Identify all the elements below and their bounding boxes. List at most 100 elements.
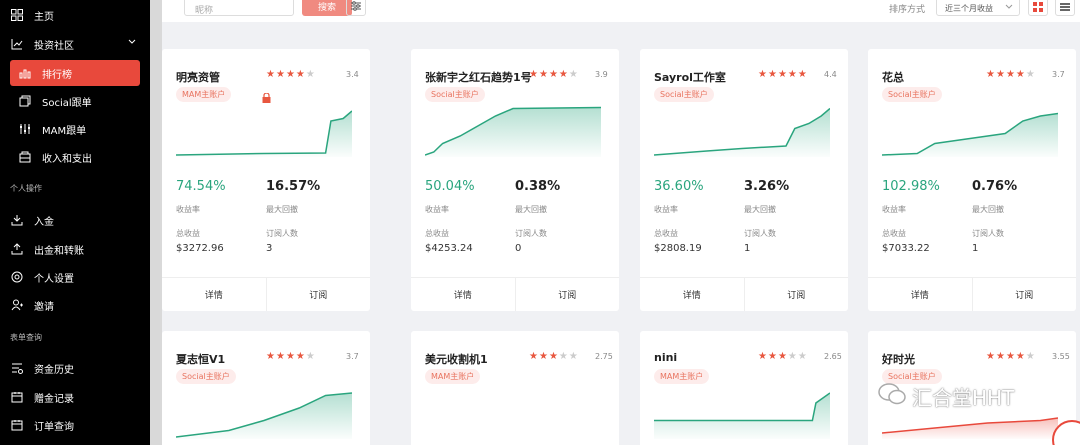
star-icon: ★: [787, 351, 798, 362]
sidebar-item-community[interactable]: 投资社区: [10, 31, 140, 57]
star-icon: ★: [275, 351, 286, 362]
equity-curve: [654, 107, 830, 157]
sort-select[interactable]: 近三个月收益: [936, 0, 1020, 16]
rating-stars: ★★★★★: [266, 351, 316, 362]
return-label: 收益率: [654, 205, 678, 214]
upload-icon: [10, 242, 24, 256]
grid-view-button[interactable]: [1028, 0, 1048, 16]
subscribers-label: 订阅人数: [515, 229, 547, 238]
calendar-icon: [10, 390, 24, 404]
details-button[interactable]: 详情: [868, 278, 972, 311]
trader-name: 好时光: [882, 353, 915, 366]
rating-stars: ★★★★★: [758, 69, 808, 80]
sidebar-item-mam[interactable]: MAM跟单: [10, 116, 140, 142]
star-icon: ★: [275, 69, 286, 80]
sidebar-item-fund-history[interactable]: 资金历史: [10, 355, 140, 381]
scrollbar-track[interactable]: [150, 0, 162, 445]
subscribe-button[interactable]: 订阅: [971, 278, 1077, 311]
trader-card[interactable]: 美元收割机1 ★★★★★ 2.75 MAM主账户: [411, 331, 619, 445]
grid-icon: [10, 8, 24, 22]
sidebar-item-label: 赠金记录: [34, 393, 74, 405]
star-icon: ★: [758, 69, 768, 80]
account-tag: MAM主账户: [654, 369, 710, 384]
filter-button[interactable]: [346, 0, 366, 16]
sidebar-item-gift[interactable]: 赠金记录: [10, 384, 140, 410]
sliders-icon: [350, 0, 362, 16]
drawdown-label: 最大回撤: [266, 205, 298, 214]
sidebar: 主页 投资社区 排行榜 Social跟单 MAM跟单 收入和支出 个人操作 入金…: [0, 0, 150, 445]
sidebar-item-social[interactable]: Social跟单: [10, 88, 140, 114]
star-icon: ★: [797, 351, 808, 362]
sidebar-item-deposit[interactable]: 入金: [10, 207, 140, 233]
rating-value: 2.75: [595, 352, 613, 361]
chevron-down-icon: [1005, 3, 1013, 12]
trader-card[interactable]: 花总 ★★★★★ 3.7 Social主账户 102.98% 0.76% 收益率 最大回撤 总收…: [868, 49, 1076, 311]
details-button[interactable]: 详情: [411, 278, 515, 311]
watermark-text: 汇合堂HHT: [912, 386, 1015, 410]
account-tag: Social主账户: [654, 87, 714, 102]
search-button[interactable]: 搜索: [302, 0, 352, 16]
search-input[interactable]: 昵称: [184, 0, 294, 16]
sidebar-item-orders[interactable]: 订单查询: [10, 412, 140, 438]
subscribe-button[interactable]: 订阅: [265, 278, 371, 311]
sidebar-item-income[interactable]: 收入和支出: [10, 144, 140, 170]
subscribers-value: 0: [515, 243, 522, 254]
sidebar-item-label: 订单查询: [34, 421, 74, 433]
rating-value: 3.7: [1052, 70, 1065, 79]
profit-label: 总收益: [176, 229, 200, 238]
star-icon: ★: [767, 351, 778, 362]
chevron-down-icon: [128, 37, 136, 48]
sidebar-item-label: 出金和转账: [34, 245, 84, 257]
sidebar-item-label: 排行榜: [42, 69, 72, 81]
trader-card[interactable]: Sayrol工作室 ★★★★★ 4.4 Social主账户 36.60% 3.26% 收益率…: [640, 49, 848, 311]
rating-value: 3.4: [346, 70, 359, 79]
star-icon: ★: [1005, 69, 1016, 80]
details-button[interactable]: 详情: [640, 278, 744, 311]
return-label: 收益率: [176, 205, 200, 214]
account-tag: Social主账户: [882, 87, 942, 102]
sidebar-item-invite[interactable]: 邀请: [10, 292, 140, 318]
trader-card[interactable]: 夏志恒V1 ★★★★★ 3.7 Social主账户: [162, 331, 370, 445]
star-icon: ★: [758, 351, 768, 362]
trader-card[interactable]: nini ★★★★★ 2.65 MAM主账户: [640, 331, 848, 445]
star-icon: ★: [538, 351, 549, 362]
sidebar-item-withdraw[interactable]: 出金和转账: [10, 236, 140, 262]
rating-value: 2.65: [824, 352, 842, 361]
star-icon: ★: [1015, 69, 1026, 80]
sidebar-item-ranking[interactable]: 排行榜: [10, 60, 140, 86]
drawdown-value: 0.38%: [515, 179, 561, 194]
rating-stars: ★★★★★: [986, 351, 1036, 362]
list-view-button[interactable]: [1055, 0, 1075, 16]
star-icon: ★: [986, 69, 996, 80]
rating-value: 3.55: [1052, 352, 1070, 361]
star-icon: ★: [295, 69, 306, 80]
bar-chart-icon: [18, 66, 32, 80]
sidebar-item-home[interactable]: 主页: [10, 2, 140, 28]
user-plus-icon: [10, 298, 24, 312]
rating-stars: ★★★★★: [266, 69, 316, 80]
wallet-icon: [18, 150, 32, 164]
details-button[interactable]: 详情: [162, 278, 266, 311]
trader-card[interactable]: 明亮资管 ★★★★★ 3.4 MAM主账户 74.54% 16.57% 收益率 最大回撤 总收益…: [162, 49, 370, 311]
card-actions: 详情 订阅: [162, 277, 370, 311]
trader-name: 张新宇之红石趋势1号: [425, 71, 532, 84]
star-icon: ★: [558, 351, 569, 362]
trader-name: 夏志恒V1: [176, 353, 226, 366]
star-icon: ★: [1025, 351, 1036, 362]
rating-stars: ★★★★★: [529, 351, 579, 362]
wechat-icon: [878, 383, 906, 410]
list-icon: [10, 361, 24, 375]
star-icon: ★: [995, 351, 1006, 362]
sidebar-item-label: 资金历史: [34, 364, 74, 376]
star-icon: ★: [305, 69, 316, 80]
trader-card[interactable]: 张新宇之红石趋势1号 ★★★★★ 3.9 Social主账户 50.04% 0.38% 收益…: [411, 49, 619, 311]
profit-label: 总收益: [882, 229, 906, 238]
sidebar-item-settings[interactable]: 个人设置: [10, 264, 140, 290]
sidebar-item-label: 邀请: [34, 301, 54, 313]
subscribe-button[interactable]: 订阅: [514, 278, 620, 311]
subscribe-button[interactable]: 订阅: [743, 278, 849, 311]
sidebar-item-label: 个人设置: [34, 273, 74, 285]
return-value: 36.60%: [654, 179, 704, 194]
copy-icon: [18, 94, 32, 108]
profit-value: $4253.24: [425, 243, 473, 254]
